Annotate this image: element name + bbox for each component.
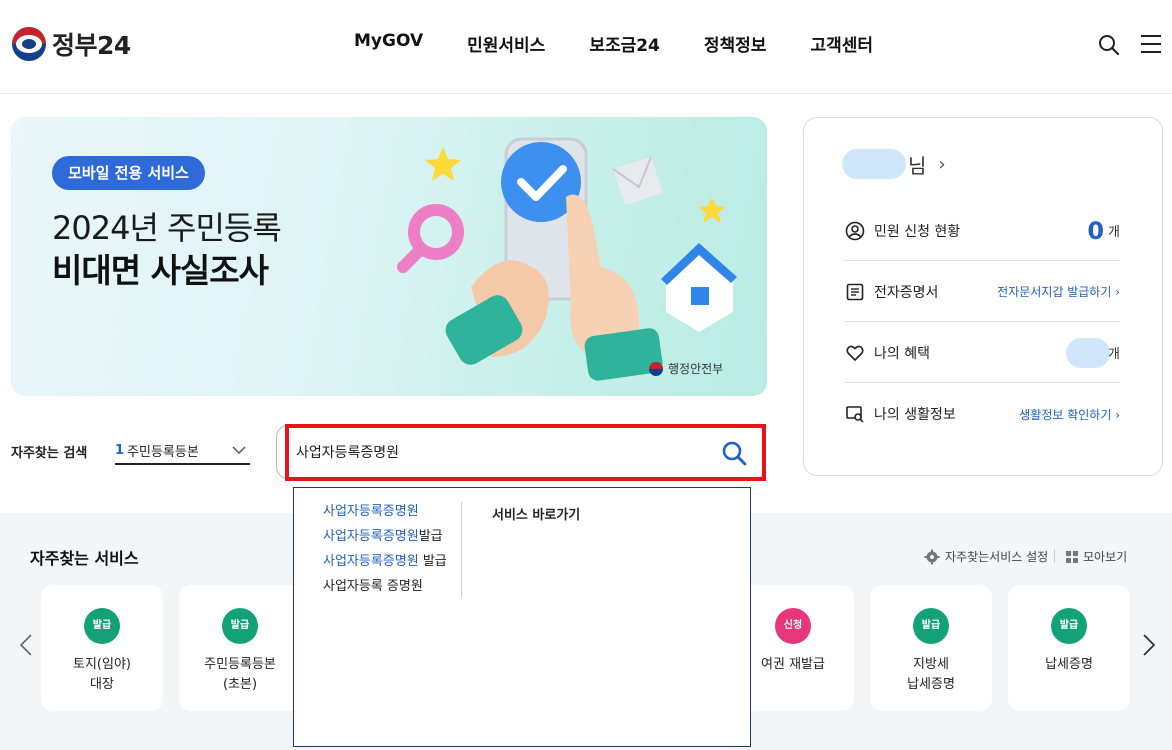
frequent-search-rank: 1 xyxy=(115,442,125,458)
gear-icon xyxy=(924,549,940,564)
issue-badge: 발급 xyxy=(1051,608,1087,644)
carousel-prev-button[interactable] xyxy=(15,633,37,663)
header-search-icon[interactable] xyxy=(1098,34,1120,56)
promo-banner[interactable]: 모바일 전용 서비스 2024년 주민등록 비대면 사실조사 행정안전부 xyxy=(11,117,767,396)
suggestion-item[interactable]: 사업자등록증명원 xyxy=(323,502,447,527)
monitor-search-icon xyxy=(844,403,866,425)
banner-org: 행정안전부 xyxy=(649,360,723,377)
service-settings-label: 자주찾는서비스 설정 xyxy=(945,550,1049,564)
suggestion-item[interactable]: 사업자등록증명원발급 xyxy=(323,527,447,552)
row-label: 민원 신청 현황 xyxy=(874,223,961,240)
issue-badge: 발급 xyxy=(913,608,949,644)
view-all-button[interactable]: 모아보기 xyxy=(1066,548,1127,565)
count-unit: 개 xyxy=(1108,225,1120,240)
life-info-link[interactable]: 생활정보 확인하기 › xyxy=(1019,406,1120,423)
frequent-search-label: 자주찾는 검색 xyxy=(11,446,88,461)
section-title: 자주찾는 서비스 xyxy=(30,549,139,568)
nav-item-subsidy24[interactable]: 보조금24 xyxy=(589,31,660,56)
banner-org-name: 행정안전부 xyxy=(668,362,724,376)
service-name: 납세증명 xyxy=(1045,657,1093,672)
nav-item-civil-services[interactable]: 민원서비스 xyxy=(467,31,545,56)
user-name-link[interactable]: 님 › xyxy=(842,149,946,179)
taegeuk-logo-icon xyxy=(12,27,46,61)
nav-item-policy-info[interactable]: 정책정보 xyxy=(704,31,767,56)
row-label: 나의 혜택 xyxy=(874,345,930,362)
main-nav: MyGOV 민원서비스 보조금24 정책정보 고객센터 xyxy=(354,31,917,56)
application-count: 0 xyxy=(1087,216,1105,245)
user-name-suffix: 님 xyxy=(908,153,927,178)
document-icon xyxy=(844,281,866,303)
masked-user-name xyxy=(842,149,906,179)
service-card[interactable]: 발급 토지(임야) 대장 xyxy=(41,585,163,711)
issue-badge: 발급 xyxy=(84,608,120,644)
divider xyxy=(461,502,462,597)
service-settings-button[interactable]: 자주찾는서비스 설정 xyxy=(924,548,1048,565)
hamburger-menu-icon[interactable] xyxy=(1141,35,1163,55)
suggestion-list: 사업자등록증명원 사업자등록증명원발급 사업자등록증명원 발급 사업자등록 증명… xyxy=(323,502,447,602)
service-name: 주민등록등본 (초본) xyxy=(204,657,276,692)
logo-text: 정부24 xyxy=(52,31,131,60)
ministry-logo-icon xyxy=(649,361,663,376)
nav-item-customer-center[interactable]: 고객센터 xyxy=(810,31,873,56)
chevron-down-icon xyxy=(232,443,246,457)
chevron-left-icon xyxy=(19,634,32,656)
banner-title-line1: 2024년 주민등록 xyxy=(52,209,282,247)
heart-icon xyxy=(844,342,866,364)
search-input[interactable] xyxy=(296,438,706,466)
masked-benefit-count xyxy=(1066,337,1111,368)
banner-badge: 모바일 전용 서비스 xyxy=(52,156,205,190)
phone-hand-illustration xyxy=(397,137,737,381)
service-shortcut-title: 서비스 바로가기 xyxy=(492,508,581,523)
autocomplete-dropdown: 사업자등록증명원 사업자등록증명원발급 사업자등록증명원 발급 사업자등록 증명… xyxy=(293,487,751,747)
row-label: 나의 생활정보 xyxy=(874,407,956,423)
row-my-benefits[interactable]: 나의 혜택 개 xyxy=(844,323,1120,383)
row-e-certificate[interactable]: 전자증명서 전자문서지갑 발급하기 › xyxy=(844,262,1120,322)
service-name: 지방세 납세증명 xyxy=(907,657,955,692)
issue-badge: 발급 xyxy=(222,608,258,644)
service-name: 토지(임야) 대장 xyxy=(73,657,131,692)
search-icon[interactable] xyxy=(721,440,747,466)
grid-icon xyxy=(1066,550,1078,563)
service-card[interactable]: 발급 주민등록등본 (초본) xyxy=(179,585,301,711)
user-summary-panel: 님 › 민원 신청 현황 0 개 전자증명서 전자문서지갑 발급하기 › 나의 … xyxy=(803,117,1163,476)
banner-title-line2: 비대면 사실조사 xyxy=(52,251,269,290)
row-life-info[interactable]: 나의 생활정보 생활정보 확인하기 › xyxy=(844,384,1120,444)
site-header: 정부24 MyGOV 민원서비스 보조금24 정책정보 고객센터 xyxy=(0,0,1172,94)
apply-badge: 신청 xyxy=(775,608,811,644)
count-unit: 개 xyxy=(1108,347,1120,362)
suggestion-item[interactable]: 사업자등록 증명원 xyxy=(323,577,447,602)
divider xyxy=(1054,549,1055,563)
suggestion-item[interactable]: 사업자등록증명원 발급 xyxy=(323,552,447,577)
service-card[interactable]: 발급 납세증명 xyxy=(1008,585,1130,711)
row-label: 전자증명서 xyxy=(874,284,939,301)
frequent-search-value: 주민등록등본 xyxy=(127,444,199,460)
frequent-search-dropdown[interactable]: 1 주민등록등본 xyxy=(115,437,250,465)
row-application-status[interactable]: 민원 신청 현황 0 개 xyxy=(844,201,1120,261)
view-all-label: 모아보기 xyxy=(1083,550,1128,564)
site-logo[interactable]: 정부24 xyxy=(12,26,131,62)
service-card[interactable]: 발급 지방세 납세증명 xyxy=(870,585,992,711)
carousel-next-button[interactable] xyxy=(1138,633,1160,663)
e-wallet-issue-link[interactable]: 전자문서지갑 발급하기 › xyxy=(997,283,1120,300)
nav-item-mygov[interactable]: MyGOV xyxy=(354,31,423,56)
chevron-right-icon xyxy=(1143,634,1156,656)
user-circle-icon xyxy=(844,220,866,242)
chevron-right-icon: › xyxy=(938,153,946,175)
